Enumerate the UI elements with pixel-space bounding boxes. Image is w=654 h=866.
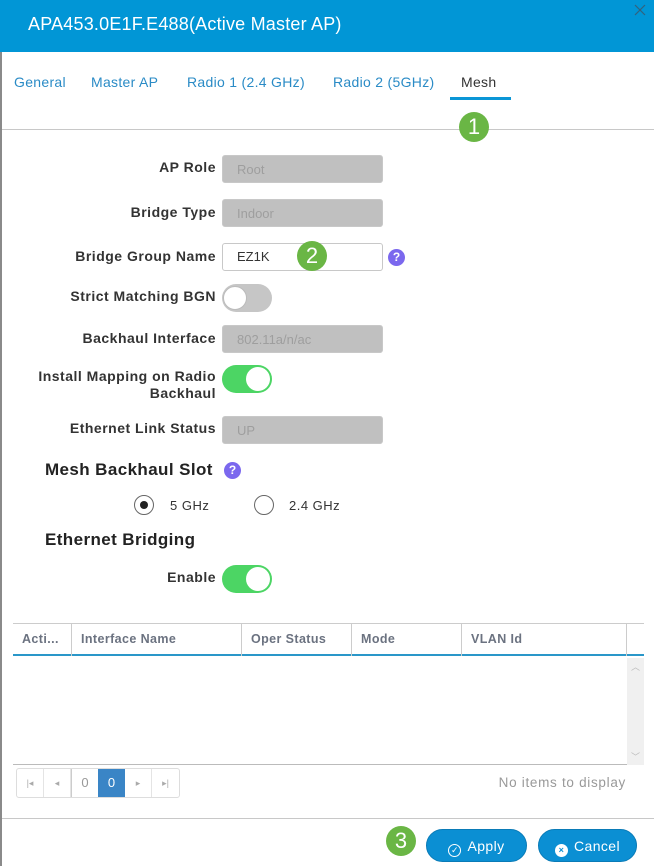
bridge-group-name-label: Bridge Group Name: [75, 248, 216, 264]
prev-page-button[interactable]: ◂: [44, 769, 71, 797]
help-icon[interactable]: ?: [388, 249, 405, 266]
close-icon[interactable]: [634, 4, 646, 16]
ethernet-bridging-enable-label: Enable: [167, 569, 216, 585]
apply-button[interactable]: ✓ Apply: [426, 829, 527, 862]
tab-radio-2[interactable]: Radio 2 (5GHz): [333, 74, 434, 90]
backhaul-interface-label: Backhaul Interface: [82, 330, 216, 346]
next-page-button[interactable]: ▸: [125, 769, 152, 797]
column-vlan-id[interactable]: VLAN Id: [462, 624, 627, 656]
ethernet-bridging-title: Ethernet Bridging: [45, 530, 196, 549]
cancel-circle-icon: ×: [555, 844, 568, 857]
check-circle-icon: ✓: [448, 844, 462, 857]
tab-master-ap[interactable]: Master AP: [91, 74, 158, 90]
strict-matching-bgn-label: Strict Matching BGN: [70, 288, 216, 304]
cancel-button[interactable]: × Cancel: [538, 829, 637, 862]
page-range: 0: [71, 769, 98, 797]
toggle-knob: [223, 286, 247, 310]
cancel-label: Cancel: [574, 838, 620, 854]
apply-label: Apply: [467, 838, 505, 854]
backhaul-interface-field: 802.11a/n/ac: [222, 325, 383, 353]
install-mapping-toggle[interactable]: [222, 365, 272, 393]
mesh-backhaul-slot-title: Mesh Backhaul Slot: [45, 460, 213, 479]
ap-role-field: Root: [222, 155, 383, 183]
pagination: |◂ ◂ 0 0 ▸ ▸|: [16, 768, 180, 798]
column-interface-name[interactable]: Interface Name: [72, 624, 242, 656]
ethernet-link-status-field: UP: [222, 416, 383, 444]
radio-5ghz[interactable]: [134, 495, 154, 515]
tab-radio-1[interactable]: Radio 1 (2.4 GHz): [187, 74, 305, 90]
dialog-header: APA453.0E1F.E488(Active Master AP): [0, 0, 654, 52]
install-mapping-label-line2: Backhaul: [149, 385, 216, 401]
active-tab-indicator: [450, 97, 511, 100]
help-icon[interactable]: ?: [224, 462, 241, 479]
install-mapping-label-line1: Install Mapping on Radio: [38, 368, 216, 384]
dialog-title: APA453.0E1F.E488(Active Master AP): [28, 14, 342, 34]
bridge-type-field: Indoor: [222, 199, 383, 227]
current-page[interactable]: 0: [98, 769, 125, 797]
radio-2-4ghz[interactable]: [254, 495, 274, 515]
step-badge-1: 1: [459, 112, 489, 142]
ethernet-bridging-toggle[interactable]: [222, 565, 272, 593]
column-mode[interactable]: Mode: [352, 624, 462, 656]
step-badge-3: 3: [386, 826, 416, 856]
scroll-up-icon[interactable]: ︿: [631, 660, 640, 673]
toggle-knob: [246, 567, 270, 591]
column-actions[interactable]: Acti...: [13, 624, 72, 656]
footer-divider: [2, 818, 654, 819]
ethernet-link-status-label: Ethernet Link Status: [69, 420, 216, 436]
pager-status: No items to display: [498, 775, 626, 790]
window-edge: [0, 50, 2, 866]
column-oper-status[interactable]: Oper Status: [242, 624, 352, 656]
bridge-type-label: Bridge Type: [130, 204, 216, 220]
first-page-button[interactable]: |◂: [17, 769, 44, 797]
tab-general[interactable]: General: [14, 74, 66, 90]
step-badge-2: 2: [297, 241, 327, 271]
last-page-button[interactable]: ▸|: [152, 769, 179, 797]
scroll-down-icon[interactable]: ﹀: [631, 750, 640, 763]
tab-bar: General Master AP Radio 1 (2.4 GHz) Radi…: [2, 52, 654, 130]
table-header: Acti... Interface Name Oper Status Mode …: [13, 624, 644, 656]
radio-5ghz-label: 5 GHz: [170, 498, 210, 513]
ap-role-label: AP Role: [159, 159, 216, 175]
toggle-knob: [246, 367, 270, 391]
tab-mesh[interactable]: Mesh: [461, 74, 496, 90]
strict-matching-bgn-toggle[interactable]: [222, 284, 272, 312]
radio-2-4ghz-label: 2.4 GHz: [289, 498, 341, 513]
interface-table: Acti... Interface Name Oper Status Mode …: [13, 623, 644, 765]
table-scrollbar[interactable]: ︿ ﹀: [627, 658, 644, 765]
